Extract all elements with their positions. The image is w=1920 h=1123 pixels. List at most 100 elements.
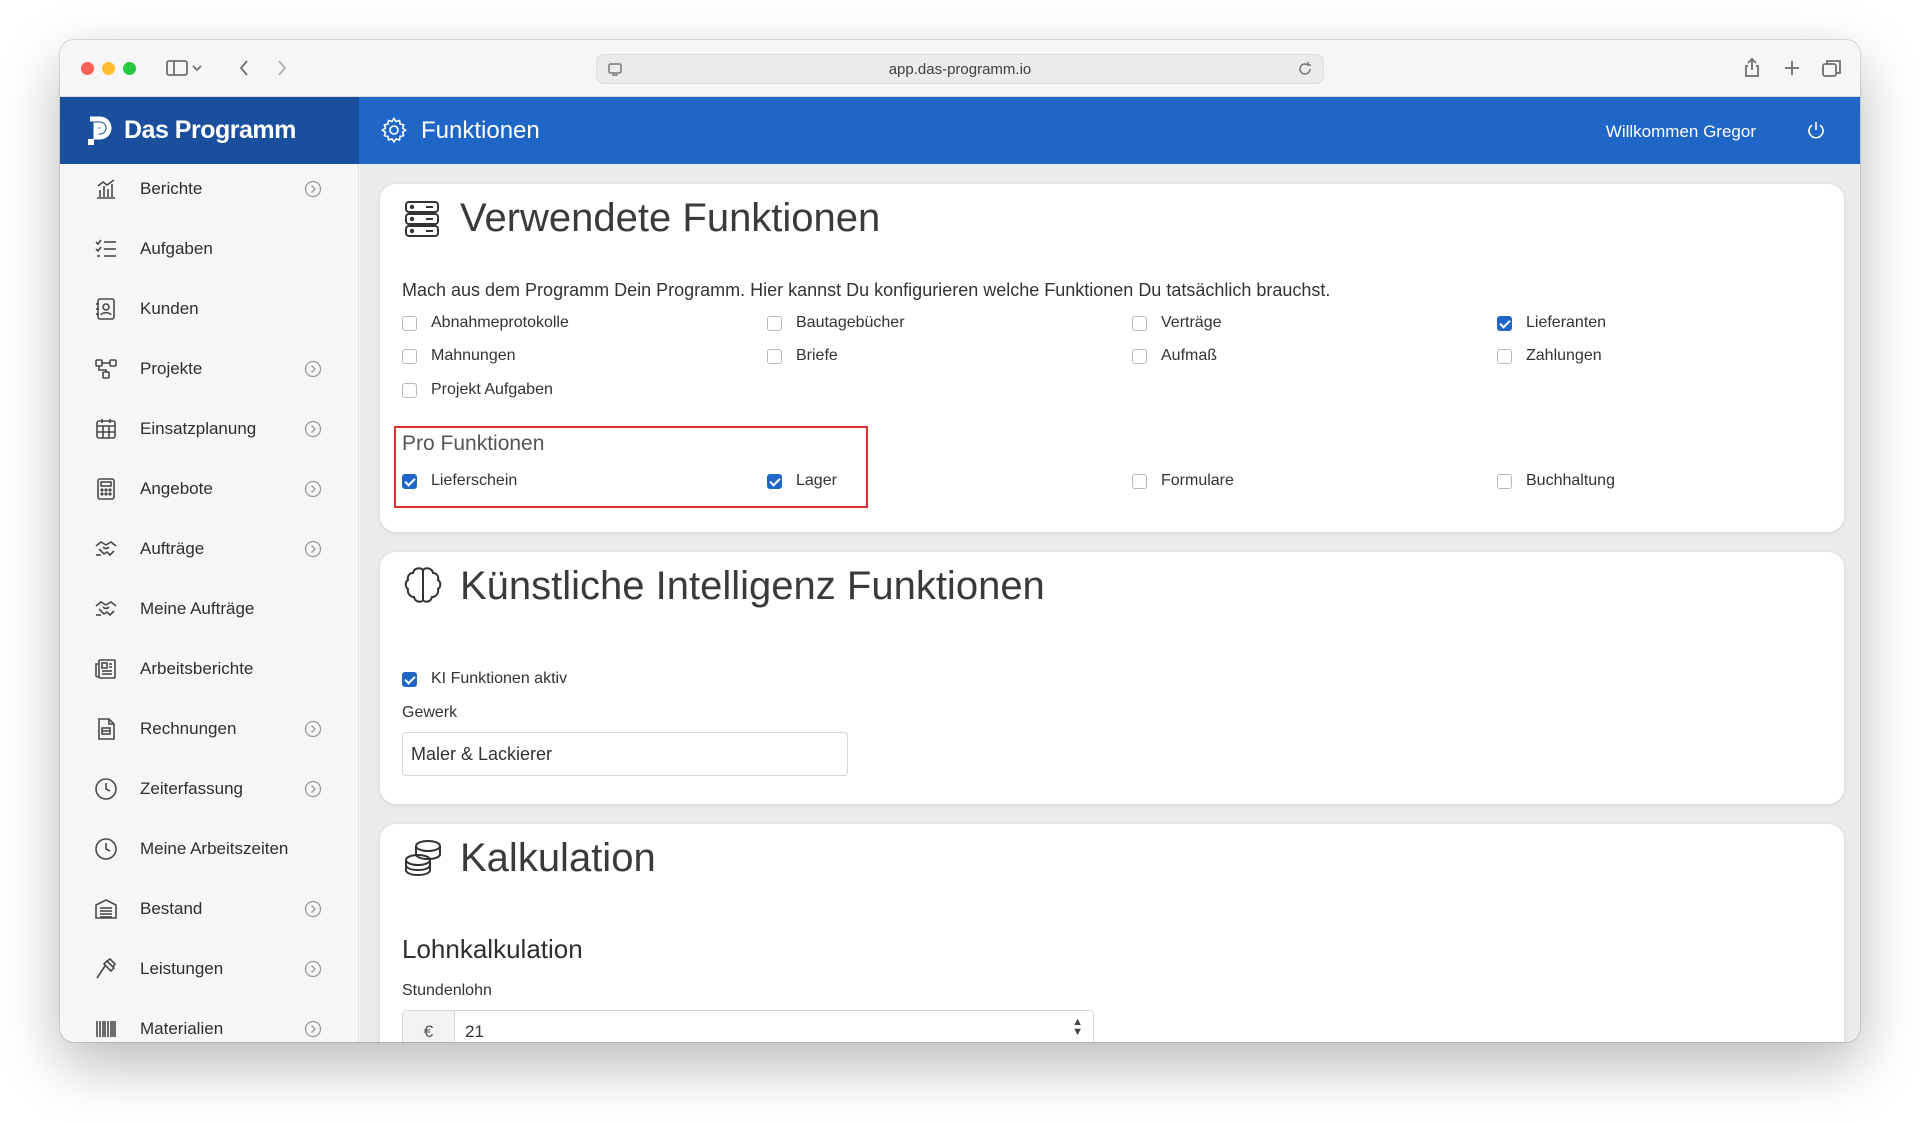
- chevron-right-icon[interactable]: [304, 1020, 322, 1038]
- checkbox-label: Formulare: [1161, 472, 1234, 489]
- sidebar-item-label: Bestand: [140, 899, 203, 918]
- chevron-right-icon[interactable]: [304, 180, 322, 198]
- checkbox-label: Projekt Aufgaben: [431, 381, 553, 398]
- tasks-icon: [94, 237, 118, 261]
- sidebar: Berichte Aufgaben Kunden Projekte Einsat…: [60, 164, 359, 1042]
- checkbox-lieferanten[interactable]: Lieferanten: [1497, 314, 1606, 332]
- sidebar-item-angebote[interactable]: Angebote: [60, 464, 359, 514]
- forward-icon[interactable]: [270, 54, 294, 82]
- logo-icon: [88, 116, 112, 145]
- newspaper-icon: [94, 657, 118, 681]
- app-logo[interactable]: Das Programm: [60, 97, 359, 164]
- sidebar-item-meine-arbeitszeiten[interactable]: Meine Arbeitszeiten: [60, 824, 359, 874]
- checkbox-box[interactable]: [1497, 315, 1512, 331]
- brain-icon: [404, 566, 442, 611]
- checkbox-mahnungen[interactable]: Mahnungen: [402, 347, 516, 365]
- checkbox-box[interactable]: [402, 348, 417, 364]
- sidebar-item-label: Angebote: [140, 479, 213, 498]
- checkbox-label: KI Funktionen aktiv: [431, 670, 568, 687]
- welcome-text: Willkommen Gregor: [1605, 122, 1756, 141]
- sidebar-item-berichte[interactable]: Berichte: [60, 164, 359, 214]
- logout-power-icon[interactable]: [1806, 121, 1826, 146]
- checkbox-label: Lieferanten: [1526, 314, 1607, 331]
- checkbox-box[interactable]: [402, 382, 417, 398]
- sidebar-item-leistungen[interactable]: Leistungen: [60, 944, 359, 994]
- reload-icon[interactable]: [1297, 61, 1313, 81]
- checkbox-box[interactable]: [402, 473, 417, 489]
- calculator-icon: [94, 477, 118, 501]
- sidebar-item-materialien[interactable]: Materialien: [60, 1004, 359, 1042]
- tab-overview-icon[interactable]: [1820, 54, 1844, 82]
- trade-input[interactable]: Maler & Lackierer: [402, 732, 848, 776]
- chevron-right-icon[interactable]: [304, 360, 322, 378]
- checkbox-projekt-aufgaben[interactable]: Projekt Aufgaben: [402, 381, 553, 399]
- chart-icon: [94, 177, 118, 201]
- sidebar-item-einsatzplanung[interactable]: Einsatzplanung: [60, 404, 359, 454]
- checkbox-box[interactable]: [402, 671, 417, 687]
- trade-input-value: Maler & Lackierer: [411, 743, 553, 764]
- checkbox-label: Lieferschein: [431, 472, 518, 489]
- back-icon[interactable]: [232, 54, 256, 82]
- close-window-button[interactable]: [81, 62, 94, 75]
- sidebar-item-projekte[interactable]: Projekte: [60, 344, 359, 394]
- chevron-right-icon[interactable]: [304, 420, 322, 438]
- share-icon[interactable]: [1740, 54, 1764, 82]
- chevron-right-icon[interactable]: [304, 480, 322, 498]
- chevron-right-icon[interactable]: [304, 900, 322, 918]
- checkbox-zahlungen[interactable]: Zahlungen: [1497, 347, 1602, 365]
- sidebar-item-label: Arbeitsberichte: [140, 659, 254, 678]
- minimize-window-button[interactable]: [102, 62, 115, 75]
- checkbox-box[interactable]: [1132, 473, 1147, 489]
- sidebar-item-label: Rechnungen: [140, 719, 237, 738]
- sidebar-item-label: Kunden: [140, 299, 199, 318]
- maximize-window-button[interactable]: [123, 62, 136, 75]
- checkbox-abnahmeprotokolle[interactable]: Abnahmeprotokolle: [402, 314, 569, 332]
- sidebar-item-auftraege[interactable]: Aufträge: [60, 524, 359, 574]
- chevron-right-icon[interactable]: [304, 720, 322, 738]
- checkbox-ki-funktionen-aktiv[interactable]: KI Funktionen aktiv: [402, 670, 567, 688]
- checkbox-lager[interactable]: Lager: [767, 472, 837, 490]
- new-tab-icon[interactable]: [1780, 54, 1804, 82]
- checkbox-buchhaltung[interactable]: Buchhaltung: [1497, 472, 1615, 490]
- chevron-right-icon[interactable]: [304, 960, 322, 978]
- sidebar-item-rechnungen[interactable]: Rechnungen: [60, 704, 359, 754]
- clock-icon: [94, 777, 118, 801]
- checkbox-box[interactable]: [1497, 473, 1512, 489]
- checkbox-box[interactable]: [1132, 315, 1147, 331]
- checkbox-label: Aufmaß: [1161, 347, 1218, 364]
- checkbox-box[interactable]: [767, 348, 782, 364]
- checkbox-box[interactable]: [402, 315, 417, 331]
- chevron-right-icon[interactable]: [304, 540, 322, 558]
- hourly-wage-input[interactable]: € 21 ▲ ▼: [402, 1010, 1094, 1042]
- checkbox-aufmass[interactable]: Aufmaß: [1132, 347, 1217, 365]
- sidebar-item-zeiterfassung[interactable]: Zeiterfassung: [60, 764, 359, 814]
- checkbox-box[interactable]: [1497, 348, 1512, 364]
- checkbox-box[interactable]: [767, 473, 782, 489]
- checkbox-vertraege[interactable]: Verträge: [1132, 314, 1221, 332]
- pro-functions-title: Pro Funktionen: [402, 432, 545, 455]
- calculation-card: Kalkulation Lohnkalkulation Stundenlohn …: [380, 824, 1844, 1042]
- page-settings-icon[interactable]: [607, 61, 623, 81]
- checkbox-label: Buchhaltung: [1526, 472, 1615, 489]
- checkbox-label: Zahlungen: [1526, 347, 1602, 364]
- checkbox-box[interactable]: [767, 315, 782, 331]
- page-title: Funktionen: [421, 117, 540, 144]
- sidebar-item-kunden[interactable]: Kunden: [60, 284, 359, 334]
- sidebar-item-label: Aufgaben: [140, 239, 213, 258]
- checkbox-box[interactable]: [1132, 348, 1147, 364]
- sidebar-item-aufgaben[interactable]: Aufgaben: [60, 224, 359, 274]
- sidebar-item-label: Aufträge: [140, 539, 205, 558]
- checkbox-formulare[interactable]: Formulare: [1132, 472, 1234, 490]
- checkbox-lieferschein[interactable]: Lieferschein: [402, 472, 517, 490]
- number-stepper-icon[interactable]: ▲ ▼: [1072, 1017, 1083, 1038]
- sidebar-item-bestand[interactable]: Bestand: [60, 884, 359, 934]
- checkbox-briefe[interactable]: Briefe: [767, 347, 838, 365]
- sidebar-toggle-icon[interactable]: [164, 54, 204, 82]
- address-bar[interactable]: app.das-programm.io: [596, 54, 1324, 84]
- sidebar-item-label: Einsatzplanung: [140, 419, 257, 438]
- calculation-card-title: Kalkulation: [460, 836, 656, 880]
- chevron-right-icon[interactable]: [304, 780, 322, 798]
- sidebar-item-arbeitsberichte[interactable]: Arbeitsberichte: [60, 644, 359, 694]
- checkbox-bautagebuecher[interactable]: Bautagebücher: [767, 314, 905, 332]
- sidebar-item-meine-auftraege[interactable]: Meine Aufträge: [60, 584, 359, 634]
